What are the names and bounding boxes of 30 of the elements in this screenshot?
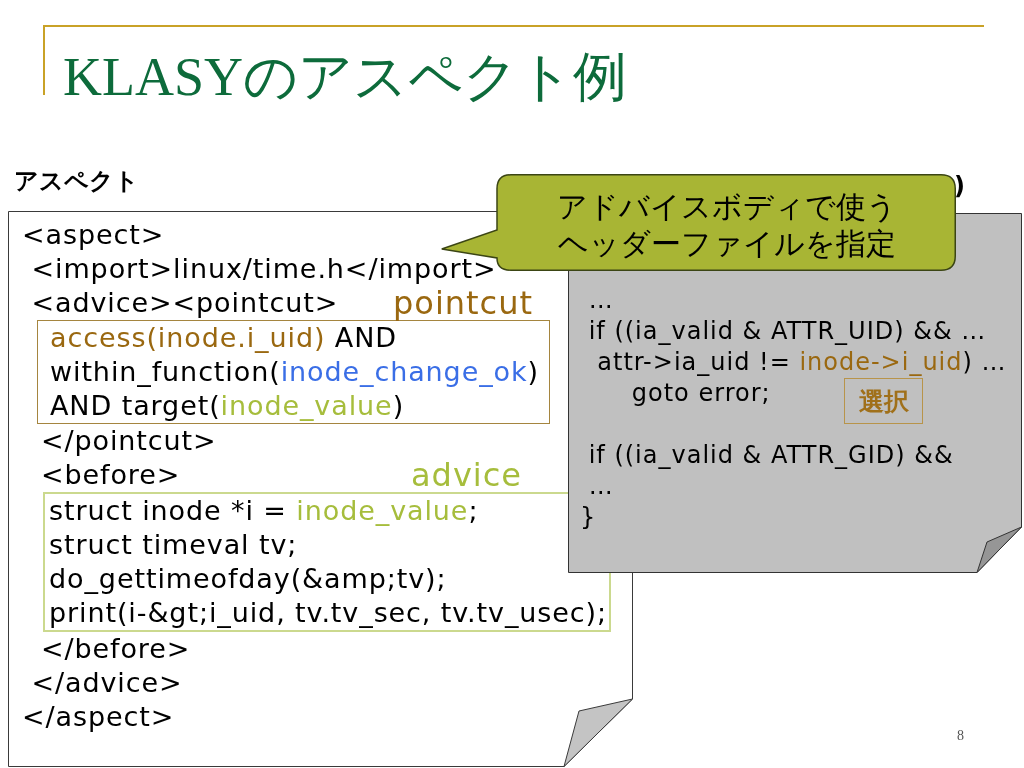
code-line: <advice><pointcut>	[30, 286, 339, 320]
code-line: }	[580, 502, 597, 533]
code-line: <aspect>	[22, 218, 165, 252]
code-line: within_function(inode_change_ok)	[50, 355, 539, 389]
code-line: if ((ia_valid & ATTR_GID) &&	[587, 440, 954, 471]
code-line: </before>	[39, 632, 191, 666]
code-line: struct timeval tv;	[49, 528, 298, 562]
code-line: AND target(inode_value)	[50, 389, 405, 423]
code-line: goto error;	[630, 378, 771, 409]
annotation-label: pointcut	[393, 286, 534, 320]
section-heading: アスペクト	[14, 166, 139, 196]
page-number: 8	[957, 728, 964, 744]
code-line: struct inode *i = inode_value;	[49, 494, 479, 528]
code-line: <before>	[39, 458, 181, 492]
annotation-tag: 選択	[844, 378, 923, 424]
code-line: do_gettimeofday(&amp;tv);	[49, 562, 447, 596]
code-line: access(inode.i_uid) AND	[50, 321, 397, 355]
code-line: attr->ia_uid != inode->i_uid) …	[596, 347, 1007, 378]
code-line: </advice>	[30, 666, 183, 700]
code-line: <import>linux/time.h</import>	[30, 252, 497, 286]
section-heading: )	[954, 171, 965, 202]
code-line: …	[587, 471, 614, 502]
code-line: </pointcut>	[39, 424, 217, 458]
code-line: </aspect>	[22, 700, 175, 734]
annotation-label: advice	[411, 458, 523, 492]
slide-title: KLASYのアスペクト例	[63, 47, 627, 107]
callout-text: アドバイスボディで使う ヘッダーファイルを指定	[556, 188, 897, 262]
code-line: if ((ia_valid & ATTR_UID) && …	[587, 316, 987, 347]
code-line: …	[587, 285, 614, 316]
code-line: print(i-&gt;i_uid, tv.tv_sec, tv.tv_usec);	[49, 596, 607, 630]
